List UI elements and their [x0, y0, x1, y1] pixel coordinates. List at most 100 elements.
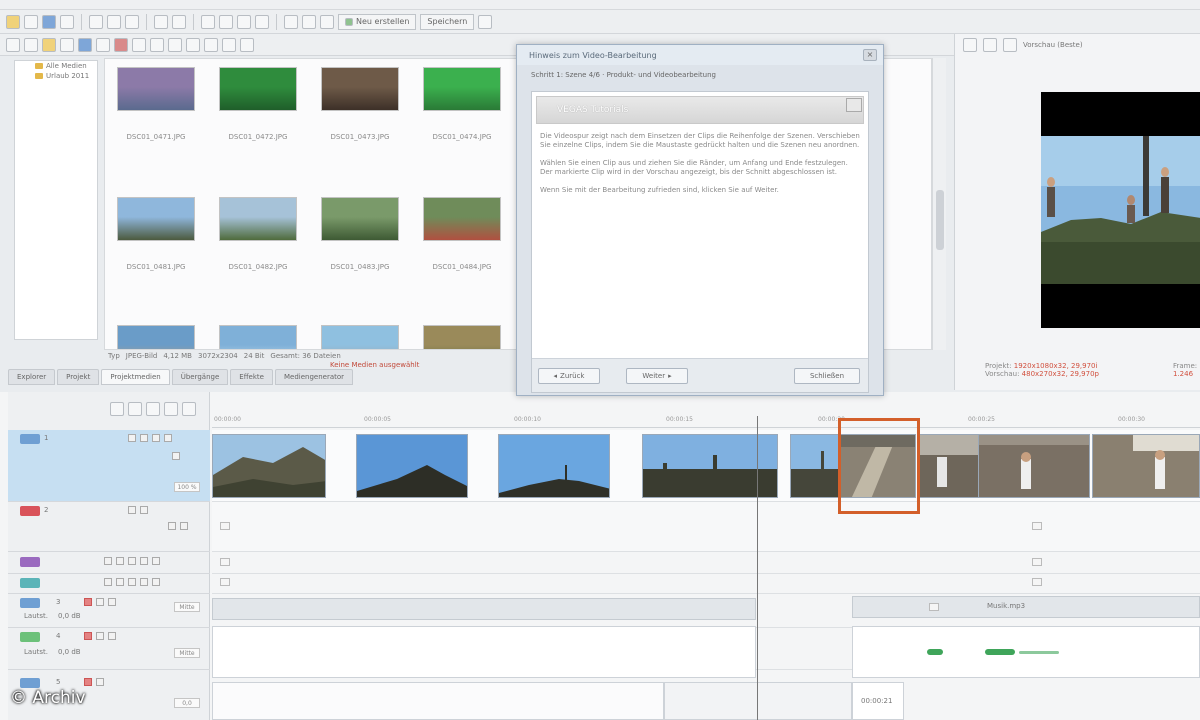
track-level[interactable]: 100 %	[174, 482, 200, 492]
media-thumbnail[interactable]: DSC01_0482.JPG	[213, 197, 303, 271]
volume-value[interactable]: 0,0 dB	[58, 648, 81, 656]
audio-waveform[interactable]	[852, 626, 1200, 678]
master-region-b[interactable]	[664, 682, 852, 720]
tab-explorer[interactable]: Explorer	[8, 369, 56, 385]
render-icon[interactable]	[60, 14, 74, 29]
copy-icon[interactable]	[107, 14, 121, 29]
delete-icon[interactable]	[114, 37, 128, 52]
fade-handle[interactable]	[929, 603, 939, 611]
cut-icon[interactable]	[89, 14, 103, 29]
marker-icon[interactable]	[164, 402, 178, 416]
dialog-close-button[interactable]: Schließen	[794, 368, 860, 384]
tab-effects[interactable]: Effekte	[230, 369, 273, 385]
record-icon[interactable]	[84, 632, 92, 640]
forward-icon[interactable]	[24, 37, 38, 52]
add-favorites-icon[interactable]	[96, 37, 110, 52]
automation-icon[interactable]	[140, 557, 148, 565]
automation-icon[interactable]	[140, 578, 148, 586]
pan-control[interactable]: Mitte	[174, 648, 200, 658]
overlay-lane[interactable]	[212, 502, 1200, 552]
folder-up-icon[interactable]	[42, 37, 56, 52]
bus-a-lane[interactable]	[212, 552, 1200, 574]
mute-icon[interactable]	[96, 632, 104, 640]
fx-icon[interactable]	[168, 522, 176, 530]
folder-tree[interactable]: Alle Medien Urlaub 2011	[14, 60, 98, 340]
compositing-icon[interactable]	[172, 452, 180, 460]
envelope-point[interactable]	[220, 522, 230, 530]
video-clip[interactable]	[498, 434, 610, 498]
region-icon[interactable]	[182, 402, 196, 416]
track-header-video[interactable]: 1 100 %	[8, 430, 210, 502]
tab-transitions[interactable]: Übergänge	[171, 369, 229, 385]
redo-icon[interactable]	[172, 14, 186, 29]
media-thumbnail[interactable]: DSC01_0484.JPG	[417, 197, 507, 271]
tab-media-generators[interactable]: Mediengenerator	[274, 369, 354, 385]
zoom-in-icon[interactable]	[128, 402, 142, 416]
zoom-out-icon[interactable]	[146, 402, 160, 416]
solo-icon[interactable]	[108, 598, 116, 606]
next-button[interactable]: Weiter ▸	[626, 368, 688, 384]
media-thumbnail[interactable]	[111, 325, 201, 349]
fx-icon[interactable]	[152, 434, 160, 442]
back-button[interactable]: ◂ Zurück	[538, 368, 600, 384]
record-icon[interactable]	[84, 598, 92, 606]
video-clip[interactable]	[356, 434, 468, 498]
snap-icon[interactable]	[284, 14, 298, 29]
views-icon[interactable]	[78, 37, 92, 52]
lock-envelopes-icon[interactable]	[320, 14, 334, 29]
fx-icon[interactable]	[128, 557, 136, 565]
audio-clip-header[interactable]: Musik.mp3	[852, 596, 1200, 618]
fx-icon[interactable]	[128, 578, 136, 586]
bus-b-lane[interactable]	[212, 574, 1200, 594]
audio-clip-empty[interactable]	[212, 626, 756, 678]
get-media-icon[interactable]	[186, 37, 200, 52]
save-button[interactable]: Speichern	[420, 13, 475, 30]
add-track-icon[interactable]	[110, 402, 124, 416]
autoripple-icon[interactable]	[302, 14, 316, 29]
edit-tool-icon[interactable]	[201, 14, 215, 29]
auto-preview-icon[interactable]	[168, 37, 182, 52]
solo-icon[interactable]	[140, 506, 148, 514]
undo-icon[interactable]	[154, 14, 168, 29]
selection-tool-icon[interactable]	[237, 14, 251, 29]
new-project-button[interactable]: Neu erstellen	[338, 13, 417, 30]
capture-icon[interactable]	[222, 37, 236, 52]
mute-icon[interactable]	[96, 678, 104, 686]
media-scrollbar[interactable]	[932, 58, 946, 350]
video-clip[interactable]	[918, 434, 982, 498]
media-thumbnail[interactable]: DSC01_0473.JPG	[315, 67, 405, 141]
new-project-icon[interactable]	[6, 14, 20, 29]
video-clip[interactable]	[1092, 434, 1200, 498]
media-thumbnail[interactable]: DSC01_0471.JPG	[111, 67, 201, 141]
master-level[interactable]: 0,0	[174, 698, 200, 708]
mute-icon[interactable]	[96, 598, 104, 606]
start-preview-icon[interactable]	[132, 37, 146, 52]
tree-item[interactable]: Urlaub 2011	[15, 71, 97, 81]
media-thumbnail[interactable]	[417, 325, 507, 349]
preview-settings-icon[interactable]	[963, 38, 977, 52]
track-header-bus-b[interactable]	[8, 574, 210, 594]
menu-bar[interactable]	[0, 0, 1200, 10]
track-header-audio-1[interactable]: 3 Lautst. 0,0 dB Mitte	[8, 594, 210, 628]
timeline-ruler[interactable]: 00:00:00 00:00:05 00:00:10 00:00:15 00:0…	[212, 416, 1200, 428]
tab-project[interactable]: Projekt	[57, 369, 100, 385]
zoom-tool-icon[interactable]	[255, 14, 269, 29]
solo-icon[interactable]	[116, 557, 124, 565]
scrollbar-thumb[interactable]	[936, 190, 944, 250]
audio-region[interactable]	[212, 598, 756, 620]
media-thumbnail[interactable]: DSC01_0481.JPG	[111, 197, 201, 271]
master-region[interactable]	[212, 682, 664, 720]
help-icon[interactable]	[478, 14, 493, 29]
video-clip[interactable]	[790, 434, 840, 498]
save-icon[interactable]	[42, 14, 56, 29]
open-icon[interactable]	[24, 14, 38, 29]
overlays-icon[interactable]	[1003, 38, 1017, 52]
solo-icon[interactable]	[116, 578, 124, 586]
pan-control[interactable]: Mitte	[174, 602, 200, 612]
mute-icon[interactable]	[104, 557, 112, 565]
properties-icon[interactable]	[240, 37, 254, 52]
media-thumbnail[interactable]: DSC01_0472.JPG	[213, 67, 303, 141]
tree-item[interactable]: Alle Medien	[15, 61, 97, 71]
playhead-cursor[interactable]	[757, 416, 758, 720]
envelope-point[interactable]	[1032, 578, 1042, 586]
